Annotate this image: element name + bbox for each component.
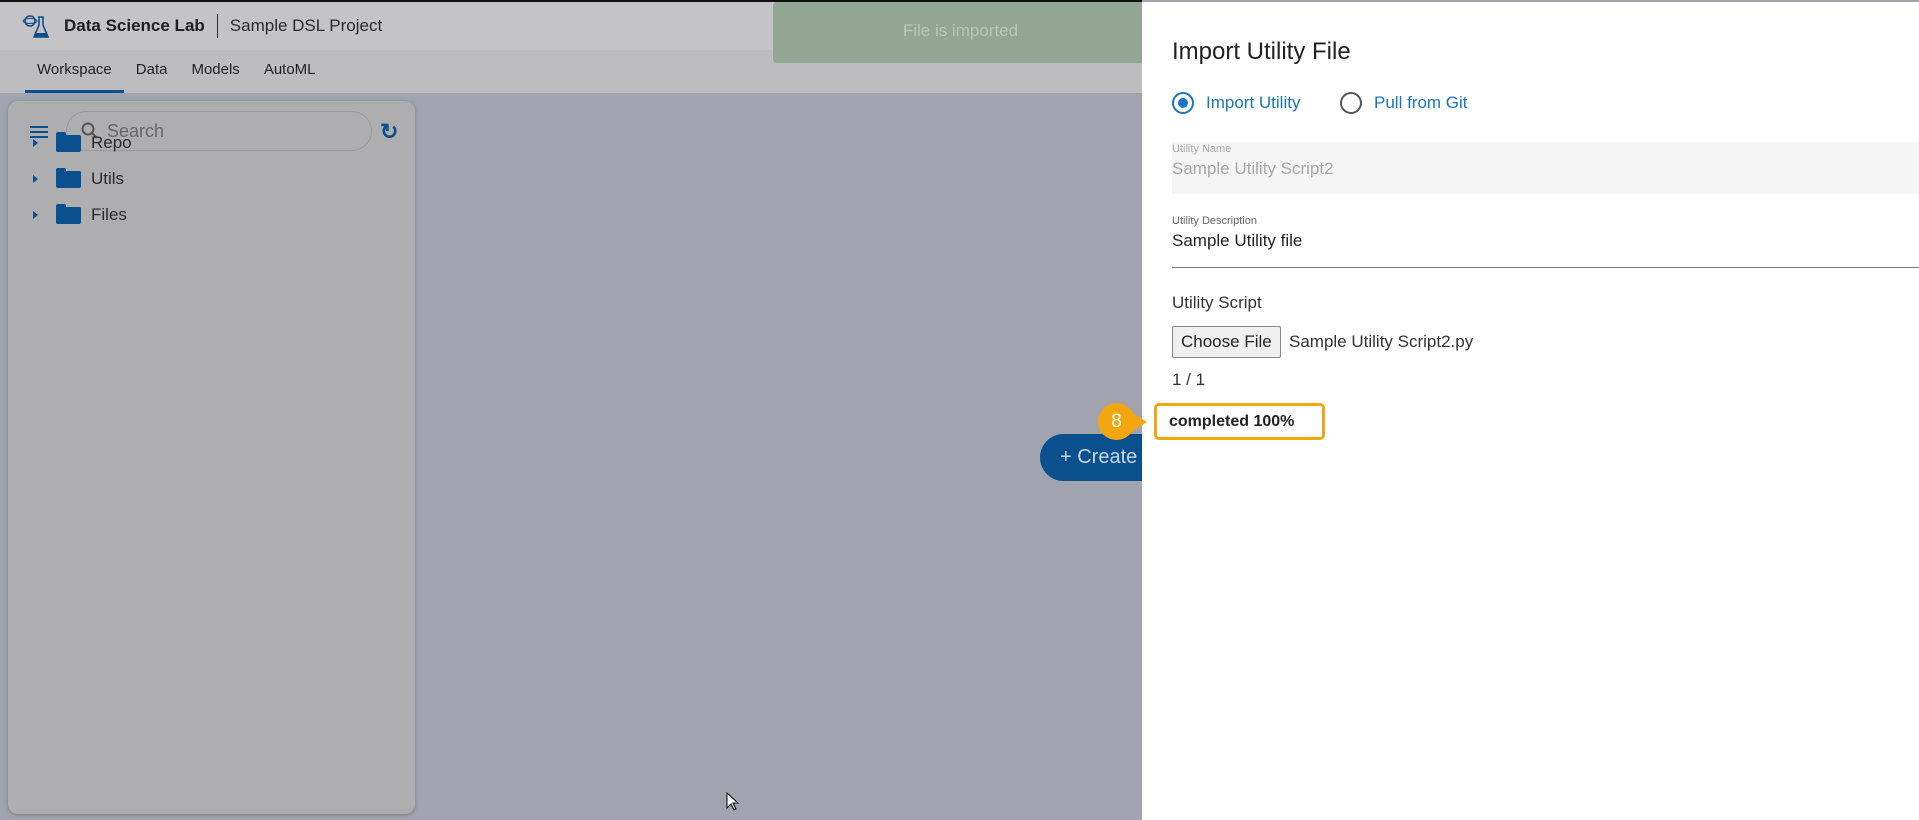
folder-icon: [56, 131, 81, 152]
folder-icon: [56, 203, 81, 224]
choose-file-button[interactable]: Choose File: [1172, 326, 1281, 358]
utility-name-field[interactable]: Utility Name Sample Utility Script2: [1172, 142, 1919, 194]
tree-item-label: Repo: [91, 133, 132, 152]
tree-item-label: Files: [91, 205, 127, 224]
file-count: 1 / 1: [1172, 370, 1206, 389]
drawer-title: Import Utility File: [1172, 38, 1351, 65]
tab-workspace[interactable]: Workspace: [25, 50, 124, 93]
radio-pull-from-git[interactable]: Pull from Git: [1340, 92, 1468, 114]
upload-status: completed 100%: [1154, 403, 1325, 440]
mouse-cursor-icon: [726, 792, 740, 811]
step-annotation-badge: 8: [1098, 403, 1147, 440]
caret-right-icon[interactable]: [33, 175, 38, 183]
radio-label: Pull from Git: [1374, 93, 1468, 112]
tree-item-files[interactable]: Files: [33, 203, 127, 225]
caret-right-icon[interactable]: [33, 139, 38, 147]
utility-script-label: Utility Script: [1172, 293, 1262, 312]
tab-data[interactable]: Data: [124, 50, 180, 93]
lab-flask-logo-icon: [22, 15, 50, 38]
title-divider: [216, 14, 218, 38]
app-title: Data Science Lab: [64, 16, 205, 35]
field-value: Sample Utility Script2: [1172, 159, 1334, 178]
radio-label: Import Utility: [1206, 93, 1301, 112]
tree-item-utils[interactable]: Utils: [33, 167, 125, 189]
tab-automl[interactable]: AutoML: [252, 50, 328, 93]
field-label: Utility Name: [1172, 143, 1232, 155]
caret-right-icon[interactable]: [33, 211, 38, 219]
refresh-icon[interactable]: ↻: [380, 119, 398, 145]
radio-import-utility[interactable]: Import Utility: [1172, 92, 1300, 114]
folder-icon: [56, 167, 81, 188]
field-label: Utility Description: [1172, 215, 1257, 227]
tree-item-repo[interactable]: Repo: [33, 131, 132, 153]
tab-models[interactable]: Models: [179, 50, 251, 93]
selected-file-name: Sample Utility Script2.py: [1289, 332, 1474, 351]
radio-unselected-icon[interactable]: [1340, 92, 1362, 114]
tree-item-label: Utils: [91, 169, 125, 188]
workspace-sidebar: Search ↻ Repo Utils Files: [8, 101, 415, 814]
utility-description-field[interactable]: Utility Description Sample Utility file: [1172, 214, 1919, 268]
project-name: Sample DSL Project: [229, 16, 383, 35]
field-value: Sample Utility file: [1172, 231, 1303, 250]
toast-notification: File is imported: [773, 2, 1148, 63]
radio-selected-icon[interactable]: [1172, 92, 1194, 114]
